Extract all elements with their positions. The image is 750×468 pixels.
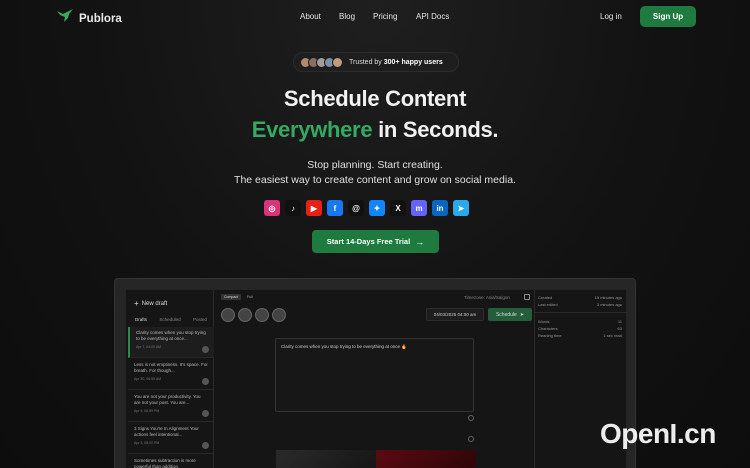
avatar <box>202 410 209 417</box>
mastodon-icon[interactable]: m <box>411 200 427 216</box>
instagram-icon[interactable]: ◎ <box>264 200 280 216</box>
brand-logo[interactable]: Publora <box>56 8 122 29</box>
top-nav: Publora About Blog Pricing API Docs Log … <box>0 0 750 34</box>
radio-icon[interactable] <box>468 436 474 442</box>
linkedin-icon[interactable]: in <box>432 200 448 216</box>
hero-subtitle-1: Stop planning. Start creating. <box>307 159 443 171</box>
draft-item[interactable]: You are not your productivity. You are n… <box>128 391 214 422</box>
watermark: OpenI.cn <box>600 418 716 449</box>
avatar <box>202 378 209 385</box>
meta-last-edited: Last edited 3 minutes ago <box>538 302 622 307</box>
avatar <box>202 346 209 353</box>
avatar <box>332 56 343 68</box>
meta-reading-time: Reading time 1 sec read <box>538 333 622 338</box>
view-mode-toggle: Compact Full <box>221 294 256 300</box>
post-editor[interactable]: Clarity comes when you stop trying to be… <box>275 338 474 412</box>
nav-link-pricing[interactable]: Pricing <box>373 12 397 21</box>
media-preview <box>376 450 476 468</box>
meta-words: Words 11 <box>538 319 622 324</box>
radio-icon[interactable] <box>468 415 474 421</box>
send-icon: ➤ <box>519 311 525 318</box>
youtube-icon[interactable]: ▶ <box>306 200 322 216</box>
divider <box>534 290 535 468</box>
nav-link-blog[interactable]: Blog <box>339 12 355 21</box>
channel-avatar[interactable] <box>238 308 252 322</box>
drafts-sidebar: + New draft Drafts Scheduled Posted Clar… <box>126 290 214 468</box>
trusted-badge: Trusted by 300+ happy users <box>293 52 459 72</box>
social-icons: ◎ ♪ ▶ f @ ✦ Xm in ➤ <box>264 200 469 216</box>
schedule-button[interactable]: Schedule ➤ <box>488 308 532 321</box>
media-preview <box>276 450 376 468</box>
trusted-text: Trusted by 300+ happy users <box>349 58 443 66</box>
hummingbird-icon <box>56 8 74 29</box>
free-trial-button[interactable]: Start 14-Days Free Trial → <box>312 230 439 253</box>
draft-item[interactable]: Clarity comes when you stop trying to be… <box>128 327 214 358</box>
hero-highlight: Everywhere <box>251 117 373 142</box>
threads-icon[interactable]: @ <box>348 200 364 216</box>
user-avatars <box>300 56 343 68</box>
channel-avatar[interactable] <box>272 308 286 322</box>
hero-title-line2: Everywhere in Seconds. <box>251 117 499 142</box>
tab-scheduled[interactable]: Scheduled <box>159 317 180 322</box>
login-link[interactable]: Log in <box>600 12 622 21</box>
hero-subtitle-2: The easiest way to create content and gr… <box>234 174 516 186</box>
signup-button[interactable]: Sign Up <box>640 6 696 27</box>
nav-link-api-docs[interactable]: API Docs <box>416 12 449 21</box>
timezone-label: Timezone: Asia/Saigon <box>464 295 510 300</box>
hero-title-line1: Schedule Content <box>283 86 467 111</box>
x-icon[interactable]: X <box>390 200 406 216</box>
telegram-icon[interactable]: ➤ <box>453 200 469 216</box>
tiktok-icon[interactable]: ♪ <box>285 200 301 216</box>
app-preview: + New draft Drafts Scheduled Posted Clar… <box>125 289 628 468</box>
draft-item[interactable]: 3 Signs You're In Alignment Your actions… <box>128 423 214 454</box>
schedule-datetime-field[interactable]: 04/03/2025 04:00 am <box>426 308 484 321</box>
tab-drafts[interactable]: Drafts <box>135 317 147 322</box>
meta-characters: Characters 63 <box>538 326 622 331</box>
plus-icon: + <box>134 299 139 308</box>
divider <box>535 312 628 313</box>
mode-compact[interactable]: Compact <box>221 294 242 300</box>
arrow-right-icon: → <box>415 236 425 247</box>
facebook-icon[interactable]: f <box>327 200 343 216</box>
new-draft-button[interactable]: + New draft <box>134 299 167 308</box>
avatar <box>202 442 209 449</box>
calendar-icon[interactable] <box>524 294 530 300</box>
draft-item[interactable]: Less is not emptiness. It's space. For b… <box>128 359 214 390</box>
draft-item[interactable]: Sometimes subtraction is more powerful t… <box>128 455 214 468</box>
tab-posted[interactable]: Posted <box>193 317 207 322</box>
mode-full[interactable]: Full <box>244 294 256 300</box>
bluesky-icon[interactable]: ✦ <box>369 200 385 216</box>
nav-link-about[interactable]: About <box>300 12 321 21</box>
channel-avatar[interactable] <box>255 308 269 322</box>
channel-avatar[interactable] <box>221 308 235 322</box>
draft-tabs: Drafts Scheduled Posted <box>129 317 213 322</box>
meta-created: Created 15 minutes ago <box>538 295 622 300</box>
brand-name: Publora <box>79 12 122 25</box>
